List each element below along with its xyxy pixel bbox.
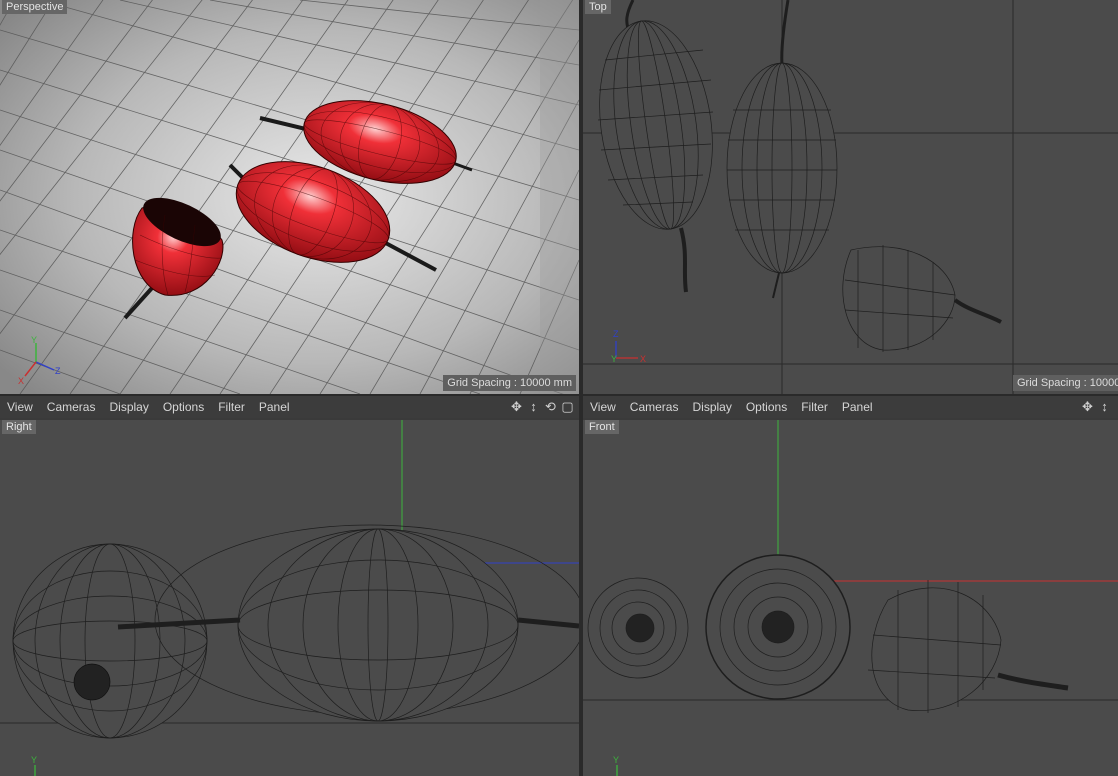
top-axis-gizmo: Z X Y — [611, 329, 646, 364]
vertical-divider[interactable] — [579, 0, 583, 776]
viewport-menubar-left: View Cameras Display Options Filter Pane… — [0, 396, 581, 418]
perspective-scene: Y Z X — [0, 0, 579, 394]
menu-panel[interactable]: Panel — [252, 400, 297, 414]
front-viewport[interactable]: Y Front — [583, 420, 1118, 776]
maximize-view-icon[interactable]: ▢ — [560, 399, 575, 415]
right-scene: Y — [0, 420, 579, 776]
right-axis-label-y: Y — [31, 755, 37, 765]
top-scene: Z X Y — [583, 0, 1118, 394]
menu-options[interactable]: Options — [156, 400, 211, 414]
menu-cameras[interactable]: Cameras — [623, 400, 686, 414]
grid-spacing-perspective: Grid Spacing : 10000 mm — [443, 375, 576, 391]
viewport-label-top[interactable]: Top — [585, 0, 611, 14]
wire-sphere — [12, 543, 208, 739]
menu-options[interactable]: Options — [739, 400, 794, 414]
grid-spacing-top: Grid Spacing : 10000 mm — [1013, 375, 1118, 391]
menu-filter[interactable]: Filter — [794, 400, 835, 414]
wire-fruit-cut — [842, 245, 1002, 352]
axis-label-z: Z — [55, 366, 61, 376]
right-axis-gizmo: Y — [31, 755, 37, 776]
top-axis-label-z: Z — [613, 329, 619, 339]
axis-label-x: X — [18, 376, 24, 386]
front-axis-gizmo: Y — [613, 755, 619, 776]
menu-cameras[interactable]: Cameras — [40, 400, 103, 414]
viewport-label-perspective[interactable]: Perspective — [2, 0, 68, 14]
menu-view[interactable]: View — [0, 400, 40, 414]
wire-disc-mid — [705, 554, 851, 700]
top-axis-label-x: X — [640, 354, 646, 364]
menu-filter[interactable]: Filter — [211, 400, 252, 414]
menu-display[interactable]: Display — [685, 400, 738, 414]
top-axis-label-y: Y — [611, 354, 617, 364]
menu-panel[interactable]: Panel — [835, 400, 880, 414]
perspective-viewport[interactable]: Y Z X Perspective Grid Spacing : 10000 m… — [0, 0, 579, 394]
viewport-label-front[interactable]: Front — [585, 420, 619, 434]
menu-view[interactable]: View — [583, 400, 623, 414]
wire-cut-front — [867, 580, 1069, 713]
viewport-menubar-right: View Cameras Display Options Filter Pane… — [583, 396, 1118, 418]
front-axis-label-y: Y — [613, 755, 619, 765]
menu-display[interactable]: Display — [102, 400, 155, 414]
rotate-view-icon[interactable]: ⟲ — [543, 399, 558, 415]
zoom-view-icon[interactable]: ↕ — [526, 399, 541, 415]
front-scene: Y — [583, 420, 1118, 776]
viewport-label-right[interactable]: Right — [2, 420, 36, 434]
wire-fruit-left — [597, 0, 714, 293]
axis-label-y: Y — [31, 335, 37, 345]
move-view-icon[interactable]: ✥ — [1080, 399, 1095, 415]
top-viewport[interactable]: Z X Y Top Grid Spacing : 10000 mm — [583, 0, 1118, 394]
right-viewport[interactable]: Y Right — [0, 420, 579, 776]
horizontal-divider[interactable] — [0, 394, 1118, 396]
move-view-icon[interactable]: ✥ — [509, 399, 524, 415]
wire-fruit-mid — [726, 0, 838, 299]
zoom-view-icon[interactable]: ↕ — [1097, 399, 1112, 415]
wire-disc-left — [587, 577, 689, 679]
